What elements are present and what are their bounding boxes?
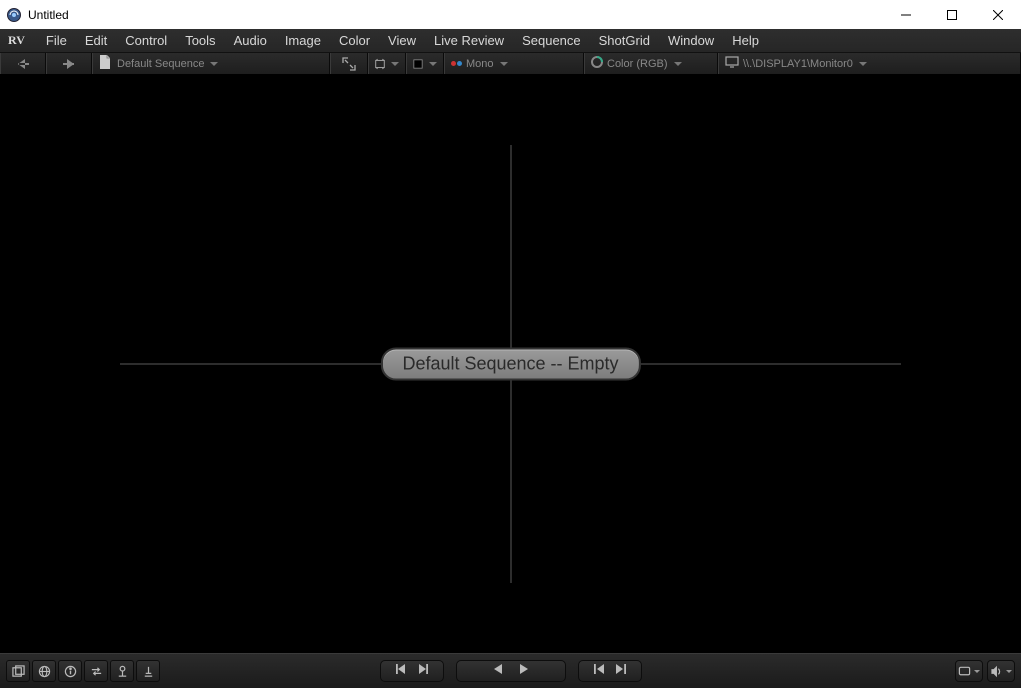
menubar: RV File Edit Control Tools Audio Image C… <box>0 29 1021 53</box>
step-back-icon <box>395 663 407 675</box>
timeline-marker-icon <box>116 665 129 678</box>
arrow-right-icon <box>61 58 77 70</box>
volume-icon <box>990 665 1003 678</box>
play-reverse-button[interactable] <box>492 662 504 680</box>
play-forward-button[interactable] <box>518 662 530 680</box>
viewport[interactable]: Default Sequence -- Empty <box>0 75 1021 653</box>
sequence-selector-label: Default Sequence <box>117 58 204 70</box>
volume-button[interactable] <box>987 660 1015 682</box>
step-forward-button[interactable] <box>417 662 429 680</box>
nav-back-button[interactable] <box>0 53 46 74</box>
step-forward-icon <box>417 663 429 675</box>
toolbar: Default Sequence Mono Color (RGB) \\.\DI… <box>0 53 1021 75</box>
menu-view[interactable]: View <box>379 30 425 51</box>
sync-button[interactable] <box>84 660 108 682</box>
menu-color[interactable]: Color <box>330 30 379 51</box>
network-button[interactable] <box>32 660 56 682</box>
swap-horizontal-icon <box>90 665 103 678</box>
display-selector[interactable]: \\.\DISPLAY1\Monitor0 <box>718 53 1021 74</box>
frame-icon <box>375 58 385 70</box>
globe-icon <box>38 665 51 678</box>
marker-button[interactable] <box>136 660 160 682</box>
bg-color-selector[interactable] <box>406 53 444 74</box>
menu-edit[interactable]: Edit <box>76 30 116 51</box>
nav-forward-button[interactable] <box>46 53 92 74</box>
stereo-dots-icon <box>451 61 462 66</box>
display-selector-label: \\.\DISPLAY1\Monitor0 <box>743 58 853 70</box>
menu-tools[interactable]: Tools <box>176 30 224 51</box>
menu-audio[interactable]: Audio <box>225 30 276 51</box>
step-back-button[interactable] <box>395 662 407 680</box>
minimize-button[interactable] <box>883 0 929 29</box>
skip-end-button[interactable] <box>615 662 627 680</box>
fullscreen-icon <box>958 665 971 678</box>
viewport-status-badge: Default Sequence -- Empty <box>380 348 640 381</box>
play-reverse-icon <box>492 663 504 675</box>
play-controls-group <box>456 660 566 682</box>
step-frame-group <box>380 660 444 682</box>
maximize-button[interactable] <box>929 0 975 29</box>
skip-start-button[interactable] <box>593 662 605 680</box>
info-icon <box>64 665 77 678</box>
in-out-marker-icon <box>142 665 155 678</box>
color-wheel-icon <box>591 56 603 71</box>
stereo-mode-label: Mono <box>466 58 494 70</box>
document-icon <box>99 55 111 72</box>
play-forward-icon <box>518 663 530 675</box>
menu-file[interactable]: File <box>37 30 76 51</box>
brand-label: RV <box>8 33 25 48</box>
monitor-icon <box>725 56 739 71</box>
frame-mode-selector[interactable] <box>368 53 406 74</box>
skip-start-icon <box>593 663 605 675</box>
color-mode-selector[interactable]: Color (RGB) <box>584 53 718 74</box>
sequence-selector[interactable]: Default Sequence <box>92 53 330 74</box>
menu-image[interactable]: Image <box>276 30 330 51</box>
window-titlebar: Untitled <box>0 0 1021 29</box>
menu-sequence[interactable]: Sequence <box>513 30 590 51</box>
info-button[interactable] <box>58 660 82 682</box>
menu-window[interactable]: Window <box>659 30 723 51</box>
arrow-left-icon <box>15 58 31 70</box>
close-button[interactable] <box>975 0 1021 29</box>
skip-end-icon <box>615 663 627 675</box>
menu-control[interactable]: Control <box>116 30 176 51</box>
menu-shotgrid[interactable]: ShotGrid <box>590 30 659 51</box>
layers-icon <box>12 665 25 678</box>
fit-expand-button[interactable] <box>330 53 368 74</box>
color-mode-label: Color (RGB) <box>607 58 668 70</box>
stereo-mode-selector[interactable]: Mono <box>444 53 584 74</box>
session-manager-button[interactable] <box>6 660 30 682</box>
square-icon <box>413 58 423 70</box>
expand-arrows-icon <box>342 57 356 71</box>
fullscreen-button[interactable] <box>955 660 983 682</box>
bottom-toolbar <box>0 653 1021 688</box>
menu-help[interactable]: Help <box>723 30 768 51</box>
menu-livereview[interactable]: Live Review <box>425 30 513 51</box>
window-title: Untitled <box>28 8 883 22</box>
app-icon <box>6 7 22 23</box>
timeline-button[interactable] <box>110 660 134 682</box>
skip-group <box>578 660 642 682</box>
